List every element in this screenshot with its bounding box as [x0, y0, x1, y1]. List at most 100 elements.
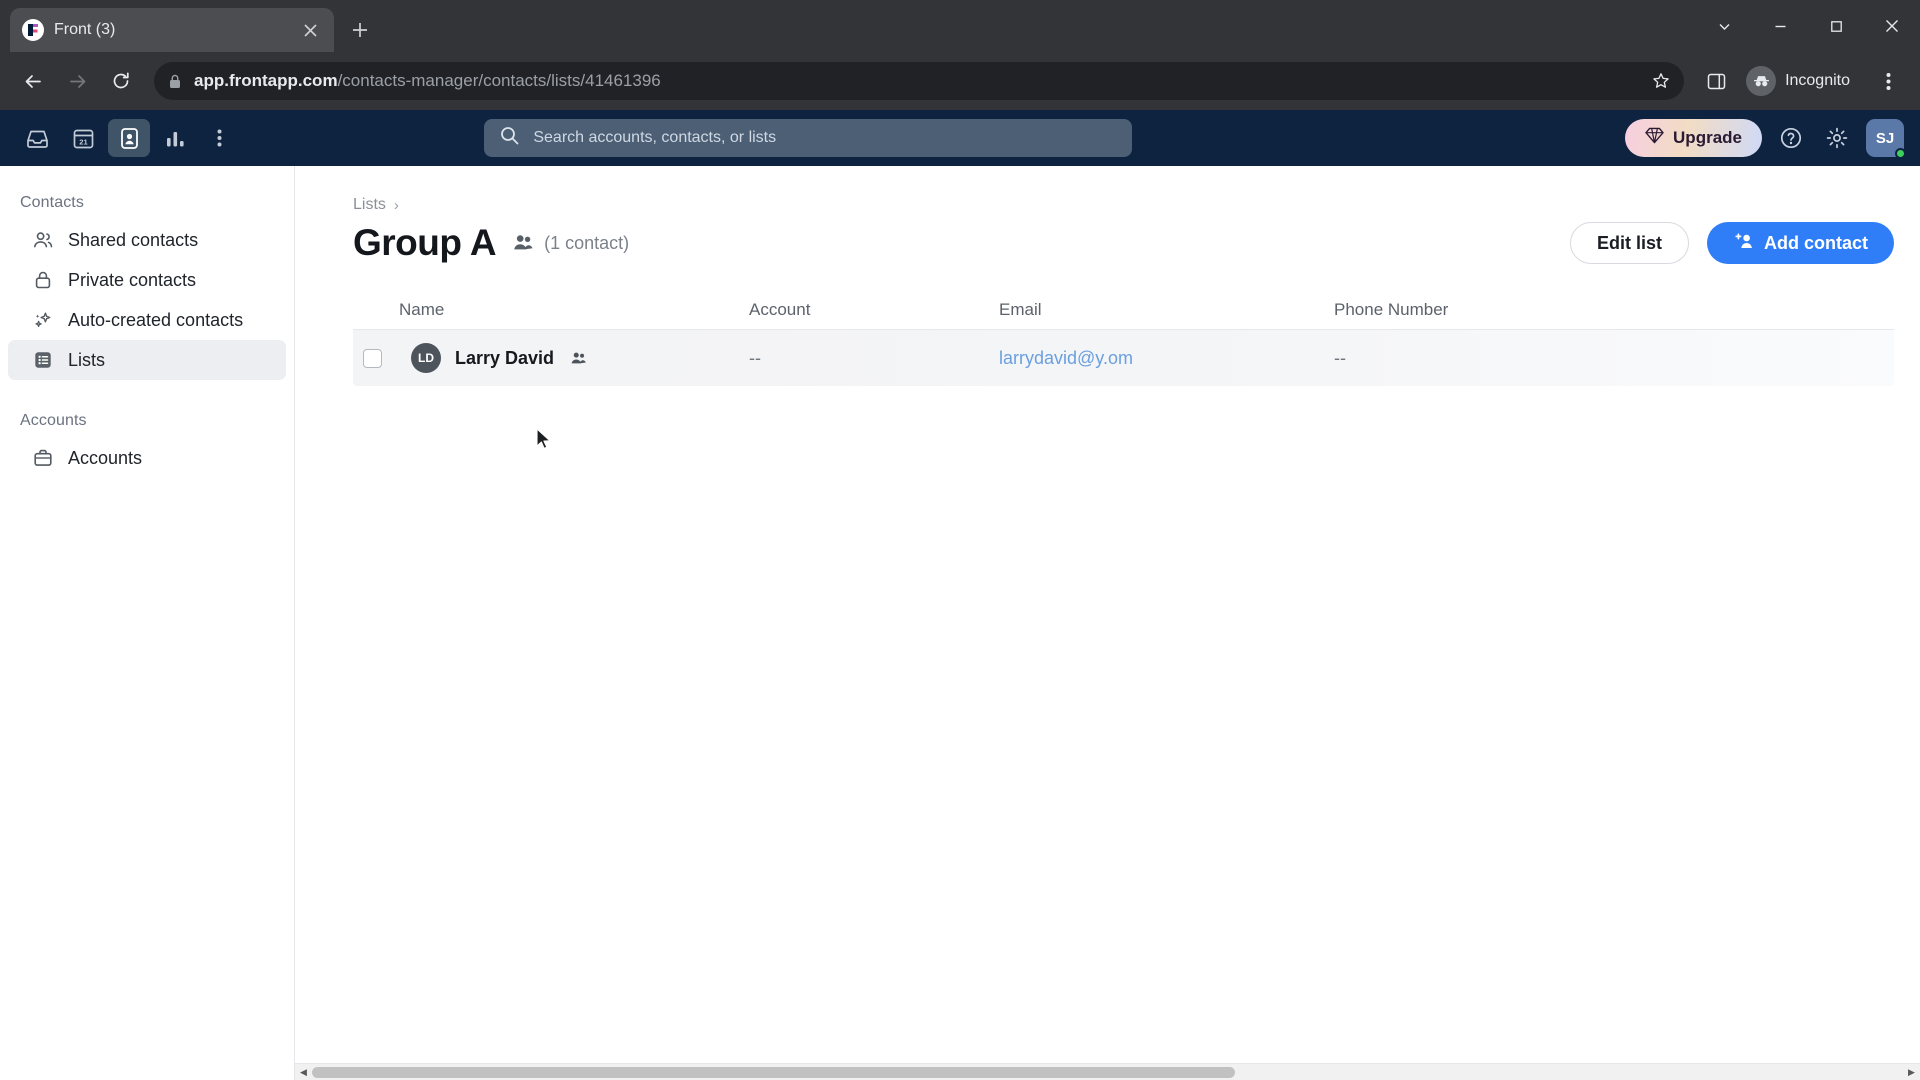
url-domain: app.frontapp.com [194, 71, 338, 90]
app-body: Contacts Shared contacts Private contact… [0, 166, 1920, 1080]
window-close-button[interactable] [1864, 0, 1920, 52]
sidebar: Contacts Shared contacts Private contact… [0, 166, 295, 1080]
people-icon [570, 351, 587, 366]
column-header-email[interactable]: Email [999, 300, 1334, 320]
new-tab-button[interactable] [340, 10, 380, 50]
tab-title: Front (3) [54, 21, 116, 38]
back-arrow-icon[interactable] [14, 62, 52, 100]
help-circle-icon[interactable] [1774, 121, 1808, 155]
sidebar-item-accounts[interactable]: Accounts [8, 438, 286, 478]
upgrade-label: Upgrade [1673, 128, 1742, 147]
window-controls [1696, 0, 1920, 52]
sparkle-icon [32, 309, 54, 331]
sidebar-item-label: Lists [68, 349, 106, 370]
scroll-right-arrow[interactable]: ▶ [1903, 1064, 1920, 1080]
browser-tab[interactable]: Front (3) [10, 8, 334, 52]
sidebar-item-shared-contacts[interactable]: Shared contacts [8, 220, 286, 260]
add-contact-button[interactable]: Add contact [1706, 222, 1894, 264]
maximize-button[interactable] [1808, 0, 1864, 52]
column-header-phone-number[interactable]: Phone Number [1334, 300, 1574, 320]
url-path: /contacts-manager/contacts/lists/4146139… [337, 71, 661, 90]
cell-email[interactable]: larrydavid@y.om [999, 348, 1334, 369]
search-input[interactable]: Search accounts, contacts, or lists [484, 119, 1133, 157]
sidebar-item-private-contacts[interactable]: Private contacts [8, 260, 286, 300]
url-text: app.frontapp.com/contacts-manager/contac… [194, 71, 661, 91]
sidebar-item-label: Accounts [68, 447, 143, 468]
contact-count: (1 contact) [544, 232, 630, 253]
inbox-icon[interactable] [16, 119, 58, 157]
sidebar-item-auto-created-contacts[interactable]: Auto-created contacts [8, 300, 286, 340]
scroll-left-arrow[interactable]: ◀ [295, 1064, 312, 1080]
browser-toolbar: app.frontapp.com/contacts-manager/contac… [0, 52, 1920, 110]
svg-text:21: 21 [79, 137, 88, 146]
star-icon[interactable] [1652, 72, 1670, 90]
search-icon [500, 126, 519, 150]
front-app: 21 Search accounts, contacts, or lists U… [0, 110, 1920, 1080]
more-apps-kebab-icon[interactable] [202, 119, 236, 157]
gear-icon[interactable] [1820, 121, 1854, 155]
edit-list-button[interactable]: Edit list [1569, 222, 1689, 264]
address-bar[interactable]: app.frontapp.com/contacts-manager/contac… [154, 62, 1685, 100]
front-logo-icon [22, 19, 44, 41]
scrollbar-track[interactable] [312, 1064, 1903, 1080]
lock-icon [32, 269, 54, 291]
bar-chart-icon[interactable] [154, 119, 196, 157]
main-inner: Lists › Group A (1 contact) Edit list Ad… [295, 166, 1920, 1063]
add-contact-label: Add contact [1763, 232, 1868, 253]
diamond-icon [1645, 127, 1664, 149]
page-actions: Edit list Add contact [1569, 222, 1894, 264]
browser-window: Front (3) app.frontapp.com/contacts-mana… [0, 0, 1920, 1080]
row-checkbox[interactable] [363, 348, 382, 368]
presence-indicator [1895, 148, 1906, 159]
table-header-row: Name Account Email Phone Number [353, 290, 1894, 330]
upgrade-button[interactable]: Upgrade [1625, 119, 1762, 157]
avatar[interactable]: SJ [1866, 119, 1906, 159]
contacts-table: Name Account Email Phone Number LD Larry… [353, 290, 1894, 386]
app-top-nav: 21 Search accounts, contacts, or lists U… [0, 110, 1920, 166]
sidebar-section-contacts-label: Contacts [20, 194, 84, 211]
page-header: Group A (1 contact) Edit list Add contac… [353, 222, 1894, 264]
sidebar-item-label: Private contacts [68, 269, 197, 290]
cell-phone: -- [1334, 347, 1346, 368]
cell-account: -- [749, 347, 761, 368]
main-content: Lists › Group A (1 contact) Edit list Ad… [295, 166, 1920, 1080]
column-header-account[interactable]: Account [749, 300, 999, 320]
forward-arrow-icon[interactable] [58, 62, 96, 100]
row-avatar: LD [411, 343, 441, 373]
search-placeholder: Search accounts, contacts, or lists [533, 129, 777, 146]
chevron-down-icon[interactable] [1696, 0, 1752, 52]
chevron-right-icon: › [393, 196, 399, 214]
list-icon [32, 349, 54, 371]
column-header-name[interactable]: Name [399, 300, 749, 320]
browser-tabstrip: Front (3) [0, 0, 1920, 52]
page-title: Group A [353, 222, 497, 263]
minimize-button[interactable] [1752, 0, 1808, 52]
sidebar-item-lists[interactable]: Lists [8, 340, 286, 380]
breadcrumb-lists-link[interactable]: Lists [353, 196, 386, 214]
horizontal-scrollbar[interactable]: ◀ ▶ [295, 1063, 1920, 1080]
contact-card-icon[interactable] [108, 119, 150, 157]
kebab-menu-icon[interactable] [1870, 63, 1906, 99]
edit-list-label: Edit list [1596, 232, 1662, 253]
table-row[interactable]: LD Larry David -- larrydavid@y.om -- [353, 330, 1894, 386]
calendar-icon[interactable]: 21 [62, 119, 104, 157]
incognito-label: Incognito [1785, 72, 1850, 89]
incognito-icon [1746, 66, 1777, 96]
side-panel-icon[interactable] [1698, 63, 1734, 99]
lock-icon [168, 74, 182, 89]
sidebar-item-label: Auto-created contacts [68, 309, 244, 330]
row-checkbox-cell [353, 348, 399, 368]
breadcrumb: Lists › [353, 196, 1894, 214]
sidebar-item-label: Shared contacts [68, 229, 199, 250]
add-person-icon [1733, 232, 1754, 255]
people-icon [512, 233, 534, 253]
scrollbar-thumb[interactable] [312, 1066, 1235, 1078]
sidebar-section-accounts-label: Accounts [20, 412, 87, 429]
contact-name: Larry David [455, 347, 555, 368]
reload-icon[interactable] [102, 62, 140, 100]
cell-name[interactable]: LD Larry David [399, 343, 749, 373]
incognito-indicator[interactable]: Incognito [1740, 62, 1864, 100]
close-icon[interactable] [298, 18, 322, 42]
people-icon [32, 229, 54, 251]
app-top-nav-right: Upgrade SJ [1625, 119, 1906, 159]
